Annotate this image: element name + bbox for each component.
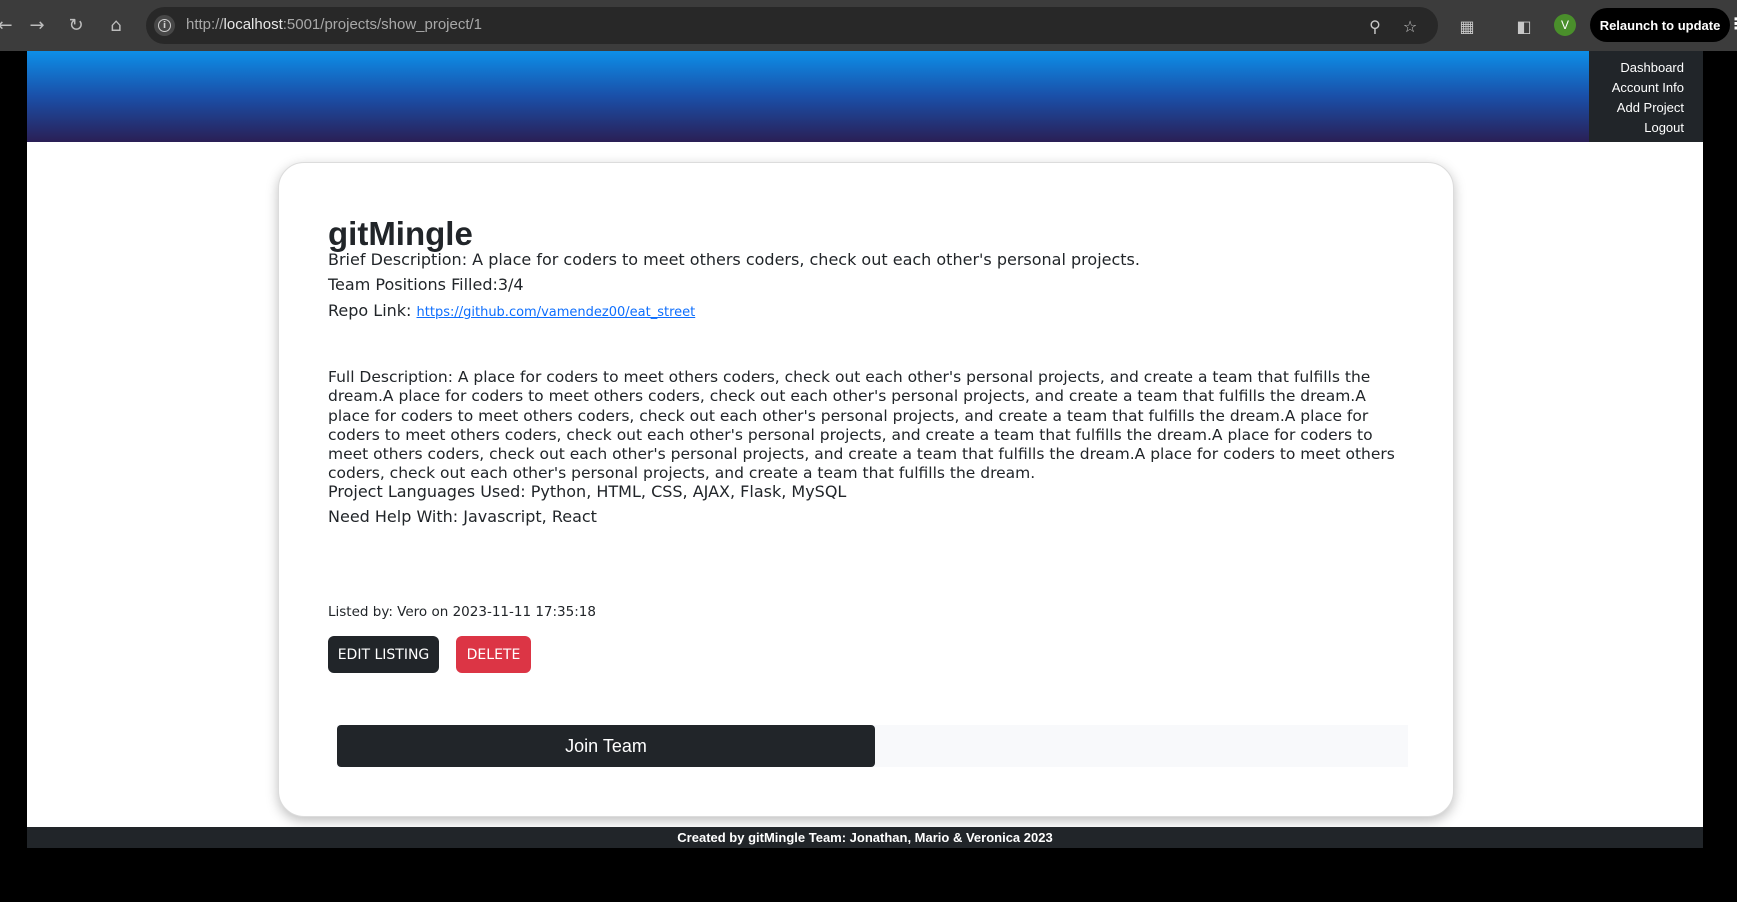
side-panel-icon[interactable]: ◧ — [1512, 14, 1536, 38]
need-help-with: Need Help With: Javascript, React — [328, 507, 597, 526]
edit-listing-button[interactable]: EDIT LISTING — [328, 636, 439, 673]
join-team-button[interactable]: Join Team — [337, 725, 875, 767]
url-text[interactable]: http://localhost:5001/projects/show_proj… — [186, 16, 482, 33]
full-description: Full Description: A place for coders to … — [328, 368, 1395, 483]
reload-icon[interactable]: ↻ — [61, 10, 91, 40]
relaunch-button[interactable]: Relaunch to update — [1590, 8, 1730, 42]
project-card: gitMingle Brief Description: A place for… — [278, 162, 1454, 817]
back-icon[interactable]: ← — [0, 10, 20, 40]
nav-dashboard[interactable]: Dashboard — [1620, 58, 1684, 78]
brief-description: Brief Description: A place for coders to… — [328, 250, 1140, 269]
address-bar[interactable]: i http://localhost:5001/projects/show_pr… — [146, 7, 1438, 44]
top-nav: Dashboard Account Info Add Project Logou… — [1589, 51, 1703, 142]
nav-logout[interactable]: Logout — [1644, 118, 1684, 138]
browser-menu-icon[interactable]: ⋮ — [1728, 14, 1737, 33]
header-banner — [27, 51, 1703, 142]
extensions-icon[interactable]: ▦ — [1455, 14, 1479, 38]
site-info-icon[interactable]: i — [154, 15, 175, 36]
nav-account-info[interactable]: Account Info — [1612, 78, 1684, 98]
join-team-bar: Join Team — [337, 725, 1408, 767]
listed-by: Listed by: Vero on 2023-11-11 17:35:18 — [328, 604, 596, 620]
nav-add-project[interactable]: Add Project — [1617, 98, 1684, 118]
repo-link[interactable]: https://github.com/vamendez00/eat_street — [417, 305, 696, 320]
zoom-icon[interactable]: ⚲ — [1364, 15, 1386, 37]
team-positions: Team Positions Filled:3/4 — [328, 275, 524, 294]
bookmark-star-icon[interactable]: ☆ — [1399, 15, 1421, 37]
project-languages: Project Languages Used: Python, HTML, CS… — [328, 482, 847, 501]
page: Dashboard Account Info Add Project Logou… — [27, 51, 1703, 848]
profile-avatar[interactable]: V — [1554, 14, 1576, 36]
home-icon[interactable]: ⌂ — [101, 10, 131, 40]
footer: Created by gitMingle Team: Jonathan, Mar… — [27, 827, 1703, 848]
repo-row: Repo Link: https://github.com/vamendez00… — [328, 301, 695, 320]
delete-button[interactable]: DELETE — [456, 636, 531, 673]
browser-toolbar: ← → ↻ ⌂ i http://localhost:5001/projects… — [0, 0, 1737, 51]
project-title: gitMingle — [328, 215, 473, 252]
repo-label: Repo Link: — [328, 301, 417, 320]
forward-icon[interactable]: → — [22, 10, 52, 40]
